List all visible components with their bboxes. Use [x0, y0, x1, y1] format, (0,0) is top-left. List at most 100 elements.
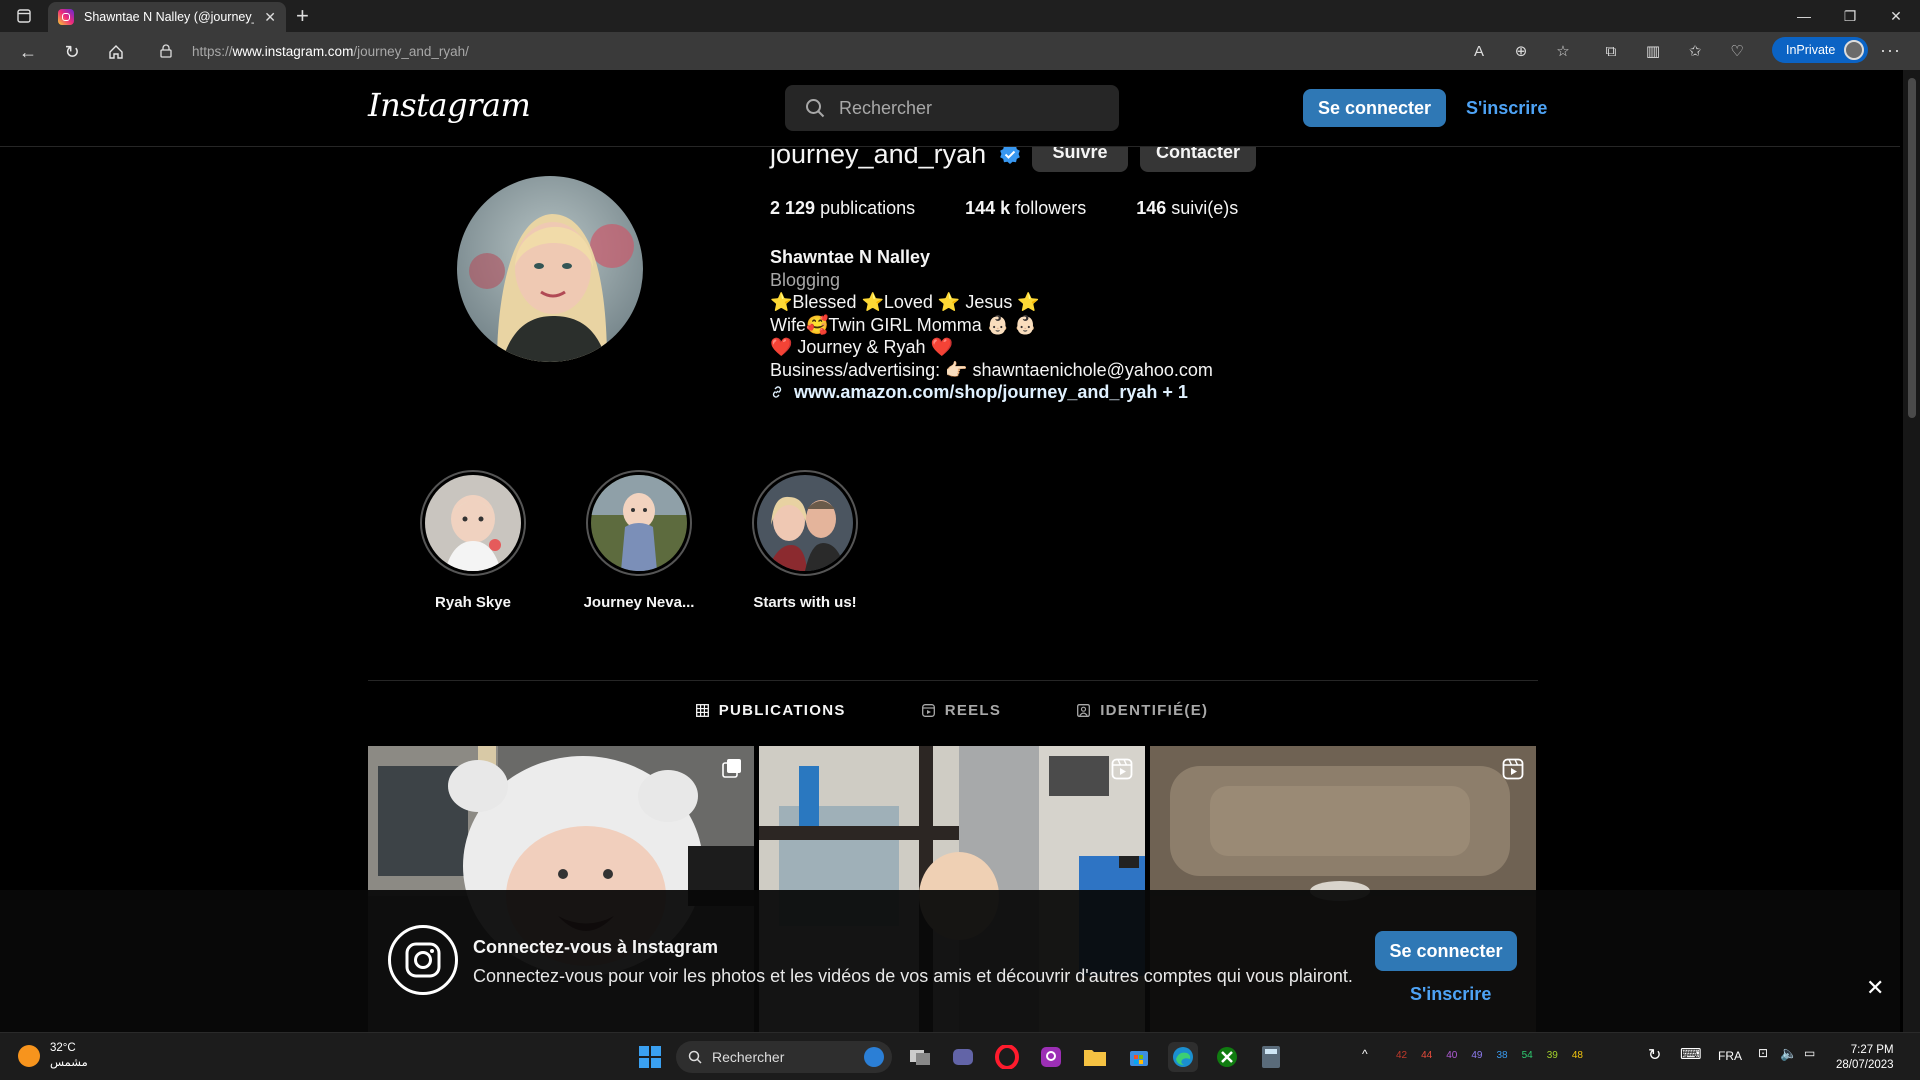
windows-taskbar: 32°C مشمس Rechercher ^ 42 44 40 49 38 54 …	[0, 1032, 1920, 1080]
banner-login-button[interactable]: Se connecter	[1375, 931, 1517, 971]
link-icon	[772, 386, 782, 398]
highlight-item[interactable]: Starts with us!	[750, 470, 860, 611]
followers-stat[interactable]: 144 k followers	[965, 198, 1086, 219]
banner-title: Connectez-vous à Instagram	[473, 937, 719, 957]
bio-line: ⭐Blessed ⭐Loved ⭐ Jesus ⭐	[770, 292, 1040, 312]
search-input[interactable]	[839, 97, 1099, 119]
show-hidden-icons-icon[interactable]: ^	[1362, 1047, 1368, 1061]
network-icon[interactable]: ⊡	[1758, 1046, 1768, 1060]
read-aloud-icon[interactable]: A	[1468, 40, 1490, 62]
inprivate-badge[interactable]: InPrivate	[1772, 37, 1868, 63]
bio-line: ❤️ Journey & Ryah ❤️	[770, 337, 953, 357]
close-tab-icon[interactable]: ✕	[264, 9, 276, 26]
minimize-icon[interactable]: —	[1782, 0, 1826, 32]
tab-label: PUBLICATIONS	[718, 702, 846, 719]
instagram-glyph-icon	[388, 925, 458, 995]
new-tab-icon[interactable]: +	[296, 4, 309, 28]
extensions-icon[interactable]: ⧉	[1600, 40, 1622, 62]
start-icon[interactable]	[635, 1042, 665, 1072]
tab-actions-icon[interactable]	[10, 6, 38, 26]
language-indicator[interactable]: FRA	[1718, 1049, 1742, 1063]
profile-full-name: Shawntae N Nalley	[770, 247, 931, 267]
store-icon[interactable]	[1124, 1042, 1154, 1072]
instagram-page: Instagram Se connecter S'inscrire	[0, 70, 1900, 1032]
home-icon[interactable]	[102, 38, 130, 66]
sun-icon	[18, 1045, 40, 1067]
following-stat[interactable]: 146 suivi(e)s	[1136, 198, 1238, 219]
clock-time: 7:27 PM	[1850, 1044, 1894, 1056]
banner-text: Connectez-vous pour voir les photos et l…	[473, 966, 1353, 986]
opera-icon[interactable]	[992, 1042, 1022, 1072]
zoom-icon[interactable]: ⊕	[1510, 40, 1532, 62]
calculator-icon[interactable]	[1256, 1042, 1286, 1072]
highlight-ring	[586, 470, 692, 576]
login-banner	[0, 890, 1900, 1032]
browser-essentials-icon[interactable]: ♡	[1726, 40, 1748, 62]
highlight-label: Starts with us!	[753, 594, 857, 611]
highlight-item[interactable]: Journey Neva...	[584, 470, 694, 611]
battery-icon[interactable]: ▭	[1804, 1046, 1815, 1060]
reels-icon	[1111, 758, 1133, 780]
split-screen-icon[interactable]: ▥	[1642, 40, 1664, 62]
tab-tagged[interactable]: IDENTIFIÉ(E)	[1077, 702, 1208, 719]
banner-signup-link[interactable]: S'inscrire	[1410, 984, 1491, 1005]
favorite-star-icon[interactable]: ☆	[1552, 40, 1574, 62]
tray-value: 38	[1496, 1050, 1508, 1061]
bio-line: Business/advertising: 👉🏻 shawntaenichole…	[770, 359, 1213, 380]
posts-stat[interactable]: 2 129 publications	[770, 198, 915, 219]
page-scrollbar[interactable]	[1903, 70, 1920, 1032]
more-icon[interactable]: ···	[1880, 40, 1901, 61]
temperature: 32°C	[50, 1042, 76, 1054]
url-field[interactable]: https://www.instagram.com/journey_and_ry…	[148, 37, 1528, 65]
highlight-cover	[757, 475, 853, 571]
reels-icon	[1502, 758, 1524, 780]
browser-tab[interactable]: Shawntae N Nalley (@journey_ar ✕	[48, 2, 286, 32]
highlight-cover	[425, 475, 521, 571]
highlight-item[interactable]: Ryah Skye	[418, 470, 528, 611]
volume-icon[interactable]: 🔈	[1780, 1045, 1797, 1062]
tray-monitor-values: 42 44 40 49 38 54 39 48	[1396, 1050, 1583, 1061]
carousel-icon	[722, 759, 741, 778]
keyboard-icon[interactable]: ⌨	[1680, 1045, 1702, 1063]
tab-label: REELS	[944, 702, 1002, 719]
profile-avatar[interactable]	[457, 176, 643, 362]
profile-link[interactable]: www.amazon.com/shop/journey_and_ryah + 1	[770, 381, 1213, 404]
clock[interactable]: 7:27 PM 28/07/2023	[1836, 1043, 1894, 1073]
avatar	[1844, 40, 1864, 60]
tagged-icon	[1077, 704, 1091, 717]
lock-icon[interactable]	[160, 44, 182, 58]
weather-text: مشمس	[50, 1057, 88, 1069]
bio-line: Wife🥰Twin GIRL Momma 👶🏻 👶🏻	[770, 314, 1037, 335]
edge-icon[interactable]	[1168, 1042, 1198, 1072]
address-bar: ← ↻ https://www.instagram.com/journey_an…	[0, 32, 1920, 70]
taskbar-search[interactable]: Rechercher	[676, 1041, 892, 1073]
refresh-icon[interactable]: ↻	[58, 38, 86, 66]
search-icon	[806, 99, 825, 118]
tab-reels[interactable]: REELS	[921, 702, 1002, 719]
xbox-icon[interactable]	[1212, 1042, 1242, 1072]
profile-tabs: PUBLICATIONS REELS IDENTIFIÉ(E)	[0, 702, 1900, 719]
close-window-icon[interactable]: ✕	[1874, 0, 1918, 32]
sync-icon[interactable]: ↻	[1648, 1045, 1661, 1065]
scrollbar-thumb[interactable]	[1908, 78, 1916, 418]
teams-icon[interactable]	[948, 1042, 978, 1072]
login-button[interactable]: Se connecter	[1303, 89, 1446, 127]
favorites-icon[interactable]: ✩	[1684, 40, 1706, 62]
restore-icon[interactable]: ❐	[1828, 0, 1872, 32]
task-view-icon[interactable]	[905, 1042, 935, 1072]
taskbar-search-label: Rechercher	[712, 1049, 785, 1065]
podcast-app-icon[interactable]	[1036, 1042, 1066, 1072]
file-explorer-icon[interactable]	[1080, 1042, 1110, 1072]
instagram-logo[interactable]: Instagram	[368, 86, 531, 124]
profile-bio: Shawntae N Nalley Blogging ⭐Blessed ⭐Lov…	[770, 246, 1213, 404]
weather-widget[interactable]: 32°C مشمس	[18, 1041, 88, 1071]
tabs-divider	[368, 680, 1538, 681]
clock-date: 28/07/2023	[1836, 1059, 1894, 1071]
signup-link[interactable]: S'inscrire	[1466, 98, 1547, 119]
tab-publications[interactable]: PUBLICATIONS	[695, 702, 846, 719]
highlight-ring	[752, 470, 858, 576]
search-box[interactable]	[785, 85, 1119, 131]
tray-value: 40	[1446, 1050, 1458, 1061]
back-icon[interactable]: ←	[14, 38, 42, 66]
close-banner-icon[interactable]: ✕	[1866, 975, 1884, 1001]
